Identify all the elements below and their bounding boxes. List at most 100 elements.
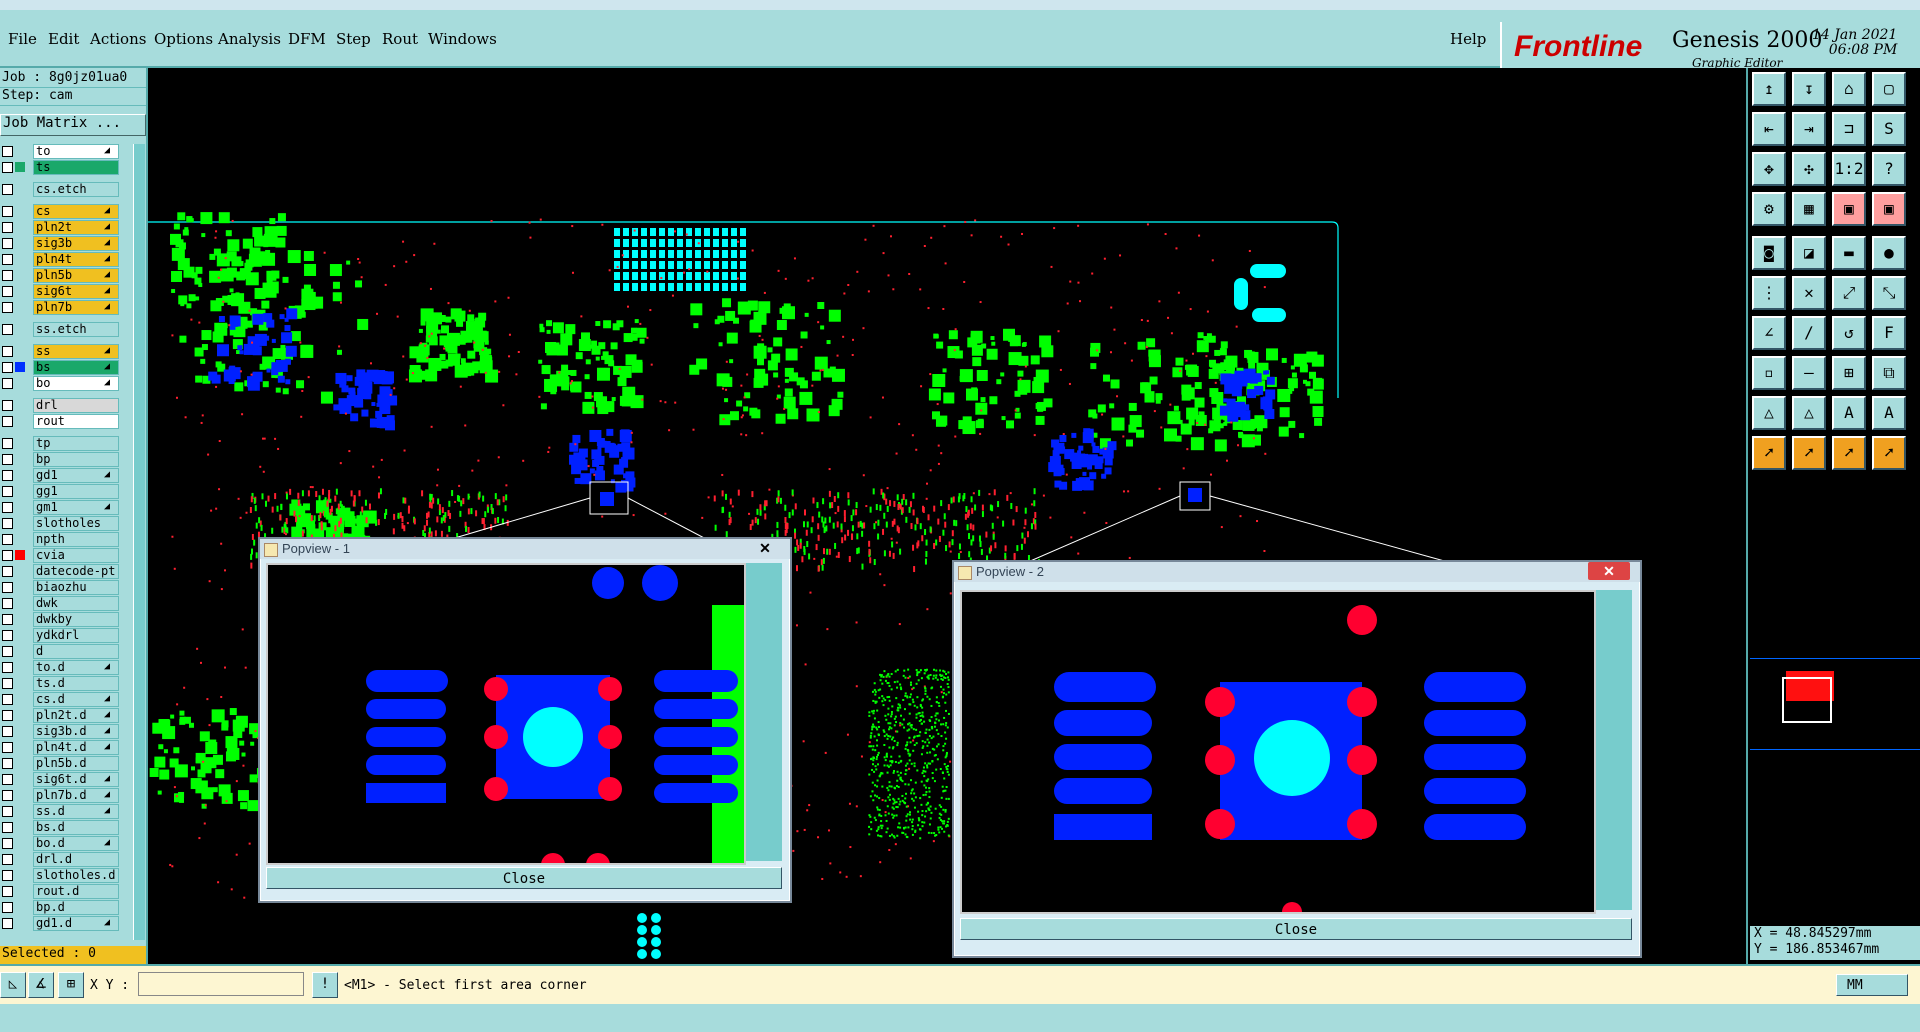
tool-button[interactable]: ➚ [1872, 436, 1906, 470]
menu-file[interactable]: File [8, 30, 37, 48]
layer-row[interactable]: slotholes.d [0, 868, 132, 883]
layer-row[interactable]: bp.d [0, 900, 132, 915]
layer-checkbox[interactable] [2, 400, 13, 411]
layer-checkbox[interactable] [2, 742, 13, 753]
layer-color-swatch[interactable] [15, 550, 25, 560]
tool-button[interactable]: ✥ [1752, 152, 1786, 186]
tool-button[interactable]: F [1872, 316, 1906, 350]
tool-button[interactable]: ▬ [1832, 236, 1866, 270]
layer-checkbox[interactable] [2, 854, 13, 865]
tool-button[interactable]: ∠ [1752, 316, 1786, 350]
layer-list-scrollbar[interactable] [133, 144, 145, 940]
layer-row[interactable]: tp [0, 436, 132, 451]
layer-name[interactable]: biaozhu [33, 580, 119, 595]
layer-name[interactable]: datecode-pt [33, 564, 119, 579]
layer-checkbox[interactable] [2, 790, 13, 801]
info-button[interactable]: ! [312, 972, 338, 998]
layer-row[interactable]: ydkdrl [0, 628, 132, 643]
layer-row[interactable]: cs ◢ [0, 204, 132, 219]
tool-button[interactable]: ⚙ [1752, 192, 1786, 226]
overview-viewport[interactable] [1782, 677, 1832, 723]
layer-checkbox[interactable] [2, 222, 13, 233]
layer-checkbox[interactable] [2, 582, 13, 593]
tool-button[interactable]: 1:2 [1832, 152, 1866, 186]
layer-checkbox[interactable] [2, 206, 13, 217]
layer-row[interactable]: drl [0, 398, 132, 413]
layer-name[interactable]: cvia [33, 548, 119, 563]
layer-row[interactable]: to.d ◢ [0, 660, 132, 675]
layer-row[interactable]: bs.d [0, 820, 132, 835]
tool-button[interactable]: ⌂ [1832, 72, 1866, 106]
layer-color-swatch[interactable] [15, 162, 25, 172]
layer-checkbox[interactable] [2, 598, 13, 609]
layer-name[interactable]: ts [33, 160, 119, 175]
layer-checkbox[interactable] [2, 630, 13, 641]
tool-button[interactable]: ↧ [1792, 72, 1826, 106]
layer-checkbox[interactable] [2, 710, 13, 721]
layer-row[interactable]: drl.d [0, 852, 132, 867]
layer-name[interactable]: dwkby [33, 612, 119, 627]
menu-windows[interactable]: Windows [428, 30, 497, 48]
layer-row[interactable]: slotholes [0, 516, 132, 531]
layer-checkbox[interactable] [2, 162, 13, 173]
snap-tool-button[interactable]: ◺ [0, 972, 26, 998]
layer-checkbox[interactable] [2, 758, 13, 769]
tool-button[interactable]: ⋮ [1752, 276, 1786, 310]
layer-row[interactable]: sig6t ◢ [0, 284, 132, 299]
layer-row[interactable]: pln2t.d ◢ [0, 708, 132, 723]
tool-button[interactable]: △ [1752, 396, 1786, 430]
layer-checkbox[interactable] [2, 662, 13, 673]
layer-name[interactable]: drl [33, 398, 119, 413]
menu-dfm[interactable]: DFM [288, 30, 326, 48]
layer-row[interactable]: pln5b.d [0, 756, 132, 771]
tool-button[interactable]: ⇤ [1752, 112, 1786, 146]
popview-1-view[interactable] [266, 563, 746, 865]
layer-checkbox[interactable] [2, 270, 13, 281]
menu-analysis[interactable]: Analysis [218, 30, 281, 48]
tool-button[interactable]: ∕ [1792, 316, 1826, 350]
tool-button[interactable]: △ [1792, 396, 1826, 430]
layer-row[interactable]: bo.d ◢ [0, 836, 132, 851]
popview-2-close-icon[interactable]: ✕ [1588, 562, 1630, 580]
layer-row[interactable]: datecode-pt [0, 564, 132, 579]
layer-name[interactable]: cs.etch [33, 182, 119, 197]
layer-name[interactable]: bp [33, 452, 119, 467]
tool-button[interactable]: ⧉ [1872, 356, 1906, 390]
layer-checkbox[interactable] [2, 838, 13, 849]
menu-edit[interactable]: Edit [48, 30, 79, 48]
popview-1-title-bar[interactable]: Popview - 1 [260, 539, 790, 559]
layer-checkbox[interactable] [2, 302, 13, 313]
layer-checkbox[interactable] [2, 346, 13, 357]
overview-map[interactable] [1750, 658, 1920, 750]
layer-row[interactable]: ss.d ◢ [0, 804, 132, 819]
tool-button[interactable]: A [1832, 396, 1866, 430]
tool-button[interactable]: ➚ [1752, 436, 1786, 470]
menu-actions[interactable]: Actions [90, 30, 146, 48]
layer-checkbox[interactable] [2, 902, 13, 913]
layer-row[interactable]: bp [0, 452, 132, 467]
layer-row[interactable]: to ◢ [0, 144, 132, 159]
layer-row[interactable]: dwk [0, 596, 132, 611]
layer-checkbox[interactable] [2, 550, 13, 561]
units-selector[interactable]: MM [1836, 974, 1908, 996]
layer-name[interactable]: drl.d [33, 852, 119, 867]
layer-checkbox[interactable] [2, 454, 13, 465]
layer-row[interactable]: pln7b.d ◢ [0, 788, 132, 803]
layer-checkbox[interactable] [2, 646, 13, 657]
tool-button[interactable]: ▢ [1872, 72, 1906, 106]
tool-button[interactable]: ▣ [1872, 192, 1906, 226]
layer-checkbox[interactable] [2, 614, 13, 625]
popview-1-close-icon[interactable]: ✕ [744, 539, 786, 557]
layer-name[interactable]: ss.etch [33, 322, 119, 337]
menu-rout[interactable]: Rout [382, 30, 418, 48]
layer-name[interactable]: npth [33, 532, 119, 547]
layer-row[interactable]: pln5b ◢ [0, 268, 132, 283]
layer-row[interactable]: gd1.d ◢ [0, 916, 132, 931]
layer-row[interactable]: cs.d ◢ [0, 692, 132, 707]
layer-name[interactable]: rout [33, 414, 119, 429]
menu-step[interactable]: Step [336, 30, 371, 48]
tool-button[interactable]: ✣ [1792, 152, 1826, 186]
tool-button[interactable]: ● [1872, 236, 1906, 270]
layer-row[interactable]: rout [0, 414, 132, 429]
layer-row[interactable]: bo ◢ [0, 376, 132, 391]
